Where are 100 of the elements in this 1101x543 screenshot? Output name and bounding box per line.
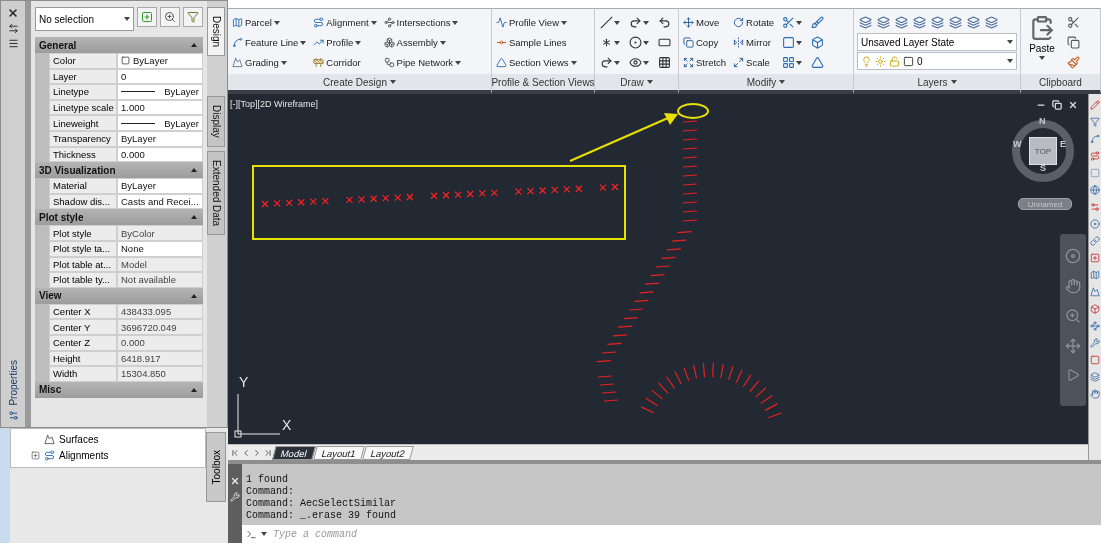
tool-button[interactable]: Profile View: [495, 13, 578, 32]
tree-item[interactable]: Alignments: [31, 447, 205, 463]
tool-button[interactable]: Corridor: [312, 53, 378, 72]
wrench-icon[interactable]: [1090, 338, 1100, 348]
property-value[interactable]: ByLayer: [117, 178, 203, 194]
globe-icon[interactable]: [1090, 185, 1100, 195]
tool-button[interactable]: Stretch: [682, 53, 728, 72]
layer-dropdown[interactable]: 0: [857, 52, 1017, 70]
last-tab-icon[interactable]: [263, 447, 273, 458]
side-tab[interactable]: Display: [207, 96, 225, 147]
close-icon[interactable]: [1068, 100, 1078, 110]
panel-title[interactable]: Draw: [595, 74, 678, 90]
hand-icon[interactable]: [1090, 389, 1100, 399]
command-history-line: Command:: [246, 486, 295, 498]
spline-icon[interactable]: [1090, 134, 1100, 144]
tool-button[interactable]: Mirror: [732, 33, 776, 52]
pencil-icon[interactable]: [1090, 100, 1100, 110]
compass-ring[interactable]: N W TOP E S: [1012, 120, 1074, 182]
toggle-pickadd-button[interactable]: [137, 7, 157, 27]
filter-icon[interactable]: [1090, 117, 1100, 127]
layout-tab[interactable]: Model: [272, 445, 316, 460]
panel-title[interactable]: Create Design: [228, 74, 491, 90]
section-title: Misc: [39, 384, 62, 396]
match-properties-button[interactable]: [1065, 53, 1083, 72]
route-icon[interactable]: [1090, 151, 1100, 161]
property-value[interactable]: ByLayer: [117, 84, 203, 100]
side-tab[interactable]: Design: [207, 7, 225, 57]
section-header[interactable]: Plot style: [35, 209, 203, 226]
layer-tool-button[interactable]: [857, 13, 875, 32]
mountain-icon[interactable]: [1090, 287, 1100, 297]
layer-tool-button[interactable]: [947, 13, 965, 32]
menu-icon[interactable]: [7, 38, 19, 49]
layer-tool-button[interactable]: [965, 13, 983, 32]
tool-button[interactable]: Parcel: [231, 13, 308, 32]
tool-button[interactable]: Move: [682, 13, 728, 32]
tool-button[interactable]: Assembly: [382, 33, 463, 52]
layer-tool-button[interactable]: [983, 13, 1001, 32]
settings-icon[interactable]: [7, 410, 19, 421]
dashed-square-icon[interactable]: [1090, 168, 1100, 178]
close-icon[interactable]: [7, 7, 19, 19]
map-icon[interactable]: [1090, 270, 1100, 280]
layout-tab[interactable]: Layout2: [361, 445, 414, 460]
tool-button[interactable]: Copy: [682, 33, 728, 52]
copy-icon: [683, 37, 694, 48]
tool-button[interactable]: Profile: [312, 33, 378, 52]
hand-icon[interactable]: [1065, 278, 1081, 294]
copy-button[interactable]: [1065, 33, 1083, 52]
draw-tool-button[interactable]: [627, 33, 651, 52]
tool-button[interactable]: Grading: [231, 53, 308, 72]
tool-button[interactable]: Scale: [732, 53, 776, 72]
panel-title[interactable]: Layers: [854, 74, 1020, 90]
layer-tool-button[interactable]: [893, 13, 911, 32]
tool-button[interactable]: Feature Line: [231, 33, 308, 52]
waypoints-icon[interactable]: [1090, 321, 1100, 331]
tool-button[interactable]: Alignment: [312, 13, 378, 32]
auto-hide-icon[interactable]: [7, 23, 19, 34]
layer-tool-button[interactable]: [875, 13, 893, 32]
command-input[interactable]: Type a command: [271, 527, 1101, 541]
first-tab-icon[interactable]: [230, 447, 240, 458]
command-field[interactable]: Type a command: [242, 525, 1101, 543]
caret-icon: [779, 80, 786, 84]
previous-tab-icon[interactable]: [241, 447, 251, 458]
disc-icon[interactable]: [1090, 219, 1100, 229]
zoom-icon[interactable]: [1065, 308, 1081, 324]
selection-dropdown[interactable]: No selection: [35, 7, 134, 31]
tool-button[interactable]: Intersections: [382, 13, 463, 32]
section-header[interactable]: 3D Visualization: [35, 162, 203, 179]
tree-item[interactable]: Surfaces: [31, 431, 205, 447]
toolbox-tab[interactable]: Toolbox: [206, 432, 226, 502]
paste-button[interactable]: Paste: [1024, 13, 1060, 74]
settings-icon[interactable]: [1090, 202, 1100, 212]
plus-square-icon[interactable]: [1090, 253, 1100, 263]
quick-select-button[interactable]: [183, 7, 203, 27]
mountain-icon: [232, 57, 243, 68]
layout-tab[interactable]: Layout1: [313, 445, 365, 460]
layer-tool-button[interactable]: [911, 13, 929, 32]
restore-icon[interactable]: [1052, 100, 1062, 110]
section-header[interactable]: General: [35, 37, 203, 53]
tool-button[interactable]: Section Views: [495, 53, 578, 72]
layer-tool-button[interactable]: [929, 13, 947, 32]
next-tab-icon[interactable]: [252, 447, 262, 458]
play-icon[interactable]: [1066, 368, 1080, 382]
tool-button[interactable]: Sample Lines: [495, 33, 578, 52]
panel-title[interactable]: Modify: [679, 74, 853, 90]
select-objects-button[interactable]: [160, 7, 180, 27]
property-value[interactable]: ByLayer: [117, 115, 203, 131]
tool-button[interactable]: Rotate: [732, 13, 776, 32]
viewcube-face[interactable]: TOP: [1029, 137, 1057, 165]
viewport-controls[interactable]: [-][Top][2D Wireframe]: [230, 99, 319, 109]
drawing-canvas[interactable]: [-][Top][2D Wireframe] N W TOP E S Unnamed Y X: [228, 94, 1088, 444]
cube-icon[interactable]: [1090, 304, 1100, 314]
layers-icon[interactable]: [1090, 372, 1100, 382]
property-value[interactable]: ByLayer: [117, 53, 203, 69]
tool-button[interactable]: Pipe Network: [382, 53, 463, 72]
square-icon[interactable]: [1090, 355, 1100, 365]
link-icon[interactable]: [1090, 236, 1100, 246]
layer-state-dropdown[interactable]: Unsaved Layer State: [857, 33, 1017, 51]
expand-icon[interactable]: [31, 450, 40, 460]
side-tab[interactable]: Extended Data: [207, 150, 225, 236]
close-icon[interactable]: [230, 476, 240, 486]
